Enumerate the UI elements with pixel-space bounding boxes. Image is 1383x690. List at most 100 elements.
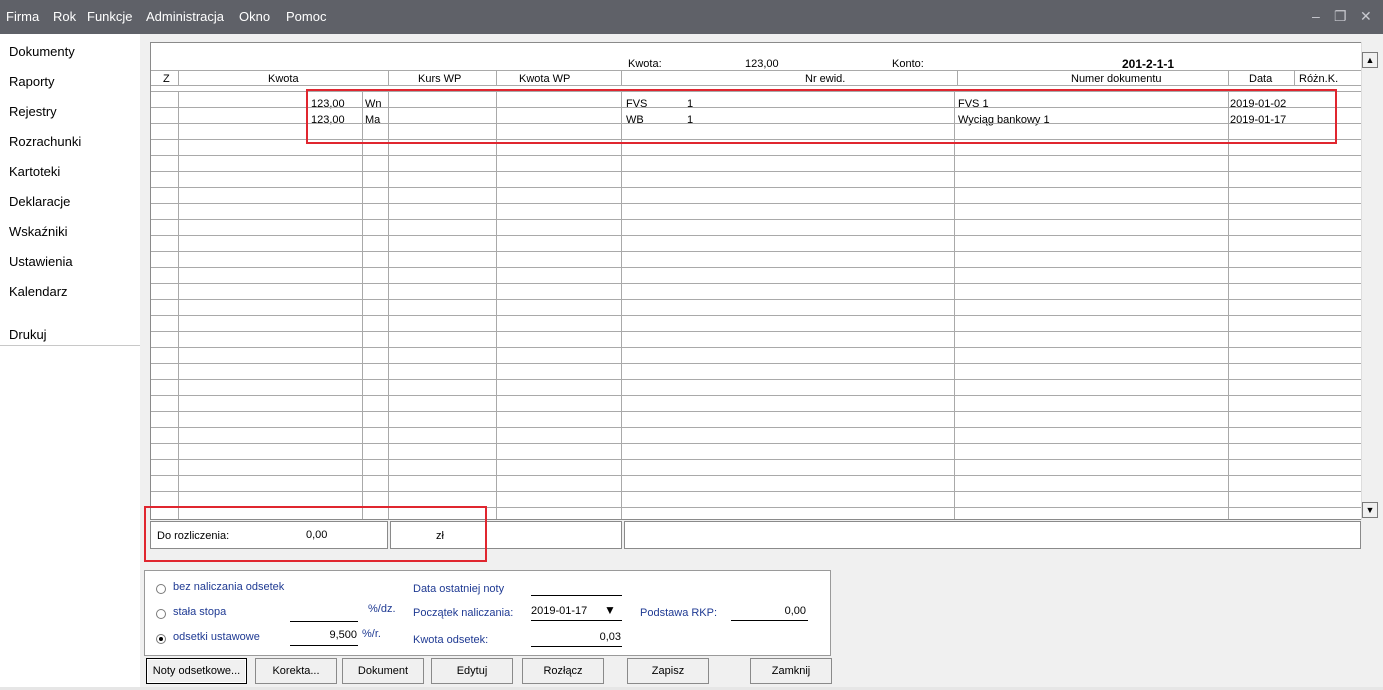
last-note-input[interactable]	[531, 595, 622, 596]
grid-line	[151, 379, 1361, 380]
scroll-up-icon[interactable]: ▲	[1362, 52, 1378, 68]
col-header-nr-ewid[interactable]: Nr ewid.	[805, 73, 845, 85]
col-header-kurs-wp[interactable]: Kurs WP	[418, 73, 461, 85]
summary-empty-cell	[624, 521, 1361, 549]
start-date-underline	[531, 620, 622, 621]
sidebar-item-dokumenty[interactable]: Dokumenty	[9, 44, 75, 59]
rkp-base-value: 0,00	[784, 605, 806, 617]
grid-line	[151, 85, 1361, 86]
grid-line	[388, 91, 389, 519]
grid-line	[151, 459, 1361, 460]
grid-line	[178, 70, 179, 85]
radio-no-interest-label[interactable]: bez naliczania odsetek	[173, 581, 284, 593]
sidebar-item-ustawienia[interactable]: Ustawienia	[9, 254, 73, 269]
close-icon[interactable]: ✕	[1360, 8, 1372, 25]
grid-line	[151, 155, 1361, 156]
radio-fixed-rate-label[interactable]: stała stopa	[173, 606, 226, 618]
sidebar-item-wskazniki[interactable]: Wskaźniki	[9, 224, 68, 239]
grid-line	[151, 427, 1361, 428]
menu-funkcje[interactable]: Funkcje	[87, 9, 133, 24]
sidebar-item-rejestry[interactable]: Rejestry	[9, 104, 57, 119]
grid-line	[151, 315, 1361, 316]
statutory-rate-value[interactable]: 9,500	[290, 629, 357, 641]
menu-pomoc[interactable]: Pomoc	[286, 9, 326, 24]
menu-bar: Firma Rok Funkcje Administracja Okno Pom…	[0, 0, 1383, 34]
close-button[interactable]: Zamknij	[750, 658, 832, 684]
grid-line	[1228, 91, 1229, 519]
kwota-info-label: Kwota:	[628, 58, 662, 70]
grid-line	[151, 347, 1361, 348]
menu-okno[interactable]: Okno	[239, 9, 270, 24]
grid-line	[954, 91, 955, 519]
grid-line	[621, 70, 622, 85]
disconnect-button[interactable]: Rozłącz	[522, 658, 604, 684]
radio-statutory-interest-label[interactable]: odsetki ustawowe	[173, 631, 260, 643]
sidebar-separator	[0, 345, 140, 346]
grid-line	[151, 70, 1361, 71]
statutory-rate-unit: %/r.	[362, 628, 381, 640]
vertical-scrollbar[interactable]	[1361, 42, 1379, 520]
rkp-base-underline	[731, 620, 808, 621]
interest-amount-label: Kwota odsetek:	[413, 634, 489, 646]
grid-line	[151, 475, 1361, 476]
start-date-label: Początek naliczania:	[413, 607, 514, 619]
edit-button[interactable]: Edytuj	[431, 658, 513, 684]
interest-notes-button[interactable]: Noty odsetkowe...	[146, 658, 247, 684]
radio-no-interest[interactable]	[156, 584, 166, 594]
sidebar-item-drukuj[interactable]: Drukuj	[9, 327, 47, 342]
col-header-numer-dokumentu[interactable]: Numer dokumentu	[1071, 73, 1162, 85]
sidebar-item-rozrachunki[interactable]: Rozrachunki	[9, 134, 81, 149]
sidebar-item-raporty[interactable]: Raporty	[9, 74, 55, 89]
kwota-info-value: 123,00	[745, 58, 779, 70]
grid-line	[151, 187, 1361, 188]
menu-administracja[interactable]: Administracja	[146, 9, 224, 24]
menu-firma[interactable]: Firma	[6, 9, 39, 24]
sidebar-item-deklaracje[interactable]: Deklaracje	[9, 194, 70, 209]
sidebar-item-kartoteki[interactable]: Kartoteki	[9, 164, 60, 179]
sidebar-item-kalendarz[interactable]: Kalendarz	[9, 284, 68, 299]
radio-statutory-interest[interactable]	[156, 634, 166, 644]
grid-line	[151, 363, 1361, 364]
grid-line	[496, 91, 497, 519]
grid-line	[957, 70, 958, 85]
grid-line	[151, 283, 1361, 284]
grid-line	[1294, 70, 1295, 85]
konto-value: 201-2-1-1	[1122, 57, 1175, 71]
grid-line	[178, 91, 179, 519]
grid-line	[496, 70, 497, 85]
interest-amount-underline	[531, 646, 622, 647]
col-header-z[interactable]: Z	[163, 73, 170, 85]
grid-line	[151, 411, 1361, 412]
save-button[interactable]: Zapisz	[627, 658, 709, 684]
grid-line	[362, 91, 363, 519]
col-header-kwota-wp[interactable]: Kwota WP	[519, 73, 570, 85]
radio-fixed-rate[interactable]	[156, 609, 166, 619]
last-note-label: Data ostatniej noty	[413, 583, 505, 595]
rkp-base-label: Podstawa RKP:	[640, 607, 718, 619]
document-button[interactable]: Dokument	[342, 658, 424, 684]
grid-line	[151, 235, 1361, 236]
minimize-icon[interactable]: ‒	[1312, 8, 1320, 24]
grid-line	[621, 91, 622, 519]
start-date-dropdown-icon[interactable]: ▼	[604, 603, 618, 617]
fixed-rate-unit: %/dz.	[368, 603, 396, 615]
col-header-kwota[interactable]: Kwota	[268, 73, 299, 85]
col-header-roznk[interactable]: Różn.K.	[1299, 73, 1338, 85]
grid-line	[151, 267, 1361, 268]
grid-line	[151, 443, 1361, 444]
correction-button[interactable]: Korekta...	[255, 658, 337, 684]
grid-line	[1228, 70, 1229, 85]
grid-line	[151, 395, 1361, 396]
grid-line	[151, 219, 1361, 220]
grid-line	[151, 331, 1361, 332]
grid-line	[151, 299, 1361, 300]
restore-icon[interactable]: ❐	[1334, 8, 1347, 25]
sidebar: Dokumenty Raporty Rejestry Rozrachunki K…	[0, 34, 140, 690]
scroll-down-icon[interactable]: ▼	[1362, 502, 1378, 518]
col-header-data[interactable]: Data	[1249, 73, 1272, 85]
fixed-rate-input[interactable]	[290, 621, 358, 622]
konto-label: Konto:	[892, 58, 924, 70]
grid-line	[388, 70, 389, 85]
start-date-value[interactable]: 2019-01-17	[531, 605, 597, 617]
menu-rok[interactable]: Rok	[53, 9, 76, 24]
